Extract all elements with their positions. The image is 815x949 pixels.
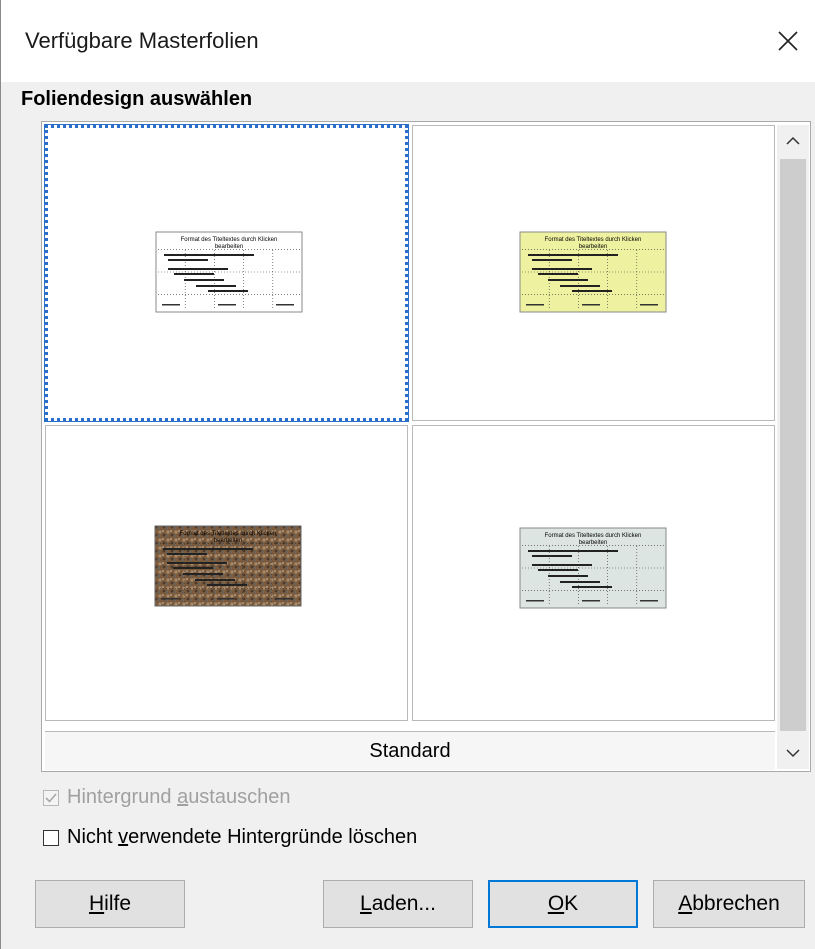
slide-thumbnail-3: Format des Titeltextes durch Klickenbear… [154, 525, 302, 607]
replace-background-checkbox[interactable] [43, 789, 59, 806]
thumb-title-line: Format des Titeltextes durch Klicken [545, 533, 642, 539]
checkmark-icon [45, 792, 57, 803]
slide-thumbnail-2: Format des Titeltextes durch Klickenbear… [519, 231, 667, 313]
chevron-down-icon [786, 749, 800, 758]
design-tile-1[interactable]: Format des Titeltextes durch Klicken bear… [44, 124, 409, 422]
thumb-title-line: bearbeiten [215, 244, 243, 250]
cancel-button[interactable]: Abbrechen [653, 880, 805, 928]
delete-unused-option: Nicht verwendete Hintergründe löschen [43, 826, 417, 849]
delete-unused-label: Nicht verwendete Hintergründe löschen [67, 826, 418, 848]
thumb-title-line: Format des Titeltextes durch Klicken [180, 531, 277, 537]
master-slides-dialog: Verfügbare Masterfolien Foliendesign aus… [0, 0, 815, 949]
select-design-label: Foliendesign auswählen [21, 88, 253, 110]
replace-background-label: Hintergrund austauschen [67, 786, 291, 808]
load-button[interactable]: Laden... [323, 880, 473, 928]
design-gallery[interactable]: Format des Titeltextes durch Klicken bear… [41, 121, 811, 772]
thumb-title-line: bearbeiten [214, 538, 242, 544]
design-tile-3[interactable]: Format des Titeltextes durch Klicken bear… [45, 425, 408, 721]
title-bar: Verfügbare Masterfolien [1, 0, 815, 82]
close-button[interactable] [763, 16, 813, 66]
thumb-title-line: bearbeiten [579, 244, 607, 250]
delete-unused-checkbox[interactable] [43, 829, 59, 846]
design-tile-4[interactable]: Format des Titeltextes durch Klicken bear… [412, 425, 775, 721]
dialog-title: Verfügbare Masterfolien [25, 28, 259, 53]
selected-design-name: Standard [45, 731, 775, 770]
chevron-up-icon [786, 136, 800, 145]
replace-background-option: Hintergrund austauschen [43, 786, 290, 809]
scroll-up-button[interactable] [777, 125, 809, 157]
thumb-title-line: bearbeiten [579, 540, 607, 546]
help-button[interactable]: Hilfe [35, 880, 185, 928]
slide-thumbnail-1: Format des Titeltextes durch Klickenbear… [155, 231, 303, 313]
thumb-title-line: Format des Titeltextes durch Klicken [545, 237, 642, 243]
close-icon [778, 31, 798, 51]
design-tile-2[interactable]: Format des Titeltextes durch Klicken bear… [412, 125, 775, 421]
thumb-title-line: Format des Titeltextes durch Klicken [181, 237, 278, 243]
ok-button[interactable]: OK [488, 880, 638, 928]
slide-thumbnail-4: Format des Titeltextes durch Klickenbear… [519, 527, 667, 609]
scroll-thumb[interactable] [780, 159, 806, 731]
scroll-down-button[interactable] [777, 737, 809, 769]
gallery-scrollbar[interactable] [777, 125, 809, 769]
